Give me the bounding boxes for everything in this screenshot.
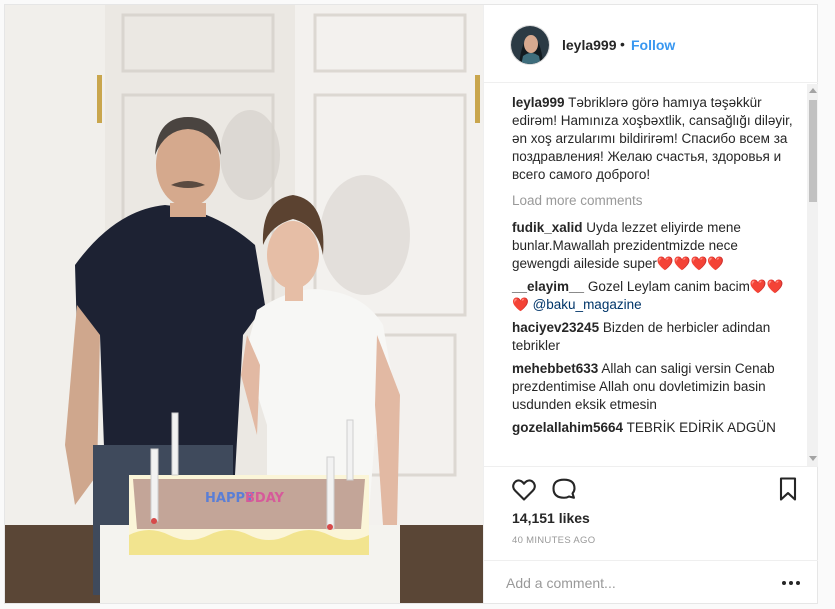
header-username[interactable]: leyla999 [562, 37, 617, 53]
post-timestamp[interactable]: 40 MINUTES AGO [512, 535, 595, 546]
comments-content: leyla999 Təbriklərə görə hamıya təşəkkür… [512, 94, 796, 442]
more-options-icon[interactable] [782, 574, 802, 590]
post-actions: 14,151 likes 40 MINUTES AGO [484, 466, 818, 560]
caption-username[interactable]: leyla999 [512, 95, 565, 110]
comments-scrollbar[interactable] [807, 84, 818, 466]
scroll-down-arrow-icon[interactable] [809, 456, 817, 461]
comment-item: gozelallahim5664 TEBRİK EDİRİK ADGÜN [512, 419, 796, 437]
avatar[interactable] [510, 25, 550, 65]
comment-item: __elayim__ Gozel Leylam canim bacim❤️❤️❤… [512, 278, 796, 314]
comment-item: mehebbet633 Allah can saligi versin Cena… [512, 360, 796, 414]
post-modal: HAPPY BDAY leyla999 • Follow leyla999 Tə… [4, 4, 818, 604]
post-photo[interactable]: HAPPY BDAY [5, 5, 483, 603]
follow-button[interactable]: Follow [631, 37, 675, 53]
photo-illustration: HAPPY BDAY [5, 5, 483, 603]
comment-username[interactable]: __elayim__ [512, 279, 584, 294]
comment-text: TEBRİK EDİRİK ADGÜN [626, 420, 776, 435]
scrollbar-thumb[interactable] [809, 100, 817, 202]
load-more-comments-button[interactable]: Load more comments [512, 192, 796, 210]
add-comment-bar [484, 560, 818, 603]
post-side-panel: leyla999 • Follow leyla999 Təbriklərə gö… [483, 5, 818, 603]
add-comment-input[interactable] [506, 571, 766, 595]
comment-mention-link[interactable]: @baku_magazine [533, 297, 642, 312]
comment-username[interactable]: mehebbet633 [512, 361, 598, 376]
comment-username[interactable]: haciyev23245 [512, 320, 599, 335]
post-caption: leyla999 Təbriklərə görə hamıya təşəkkür… [512, 94, 796, 184]
avatar-image-icon [511, 26, 549, 64]
bookmark-icon[interactable] [774, 475, 802, 503]
heart-icon[interactable] [510, 475, 538, 503]
likes-count[interactable]: 14,151 likes [512, 510, 590, 526]
header-separator: • [620, 36, 625, 52]
comment-bubble-icon[interactable] [550, 475, 578, 503]
comment-username[interactable]: fudik_xalid [512, 220, 583, 235]
svg-text:BDAY: BDAY [245, 491, 285, 506]
scroll-up-arrow-icon[interactable] [809, 88, 817, 93]
post-header: leyla999 • Follow [484, 5, 818, 83]
comment-item: fudik_xalid Uyda lezzet eliyirde mene bu… [512, 219, 796, 273]
comment-username[interactable]: gozelallahim5664 [512, 420, 623, 435]
comments-list[interactable]: leyla999 Təbriklərə görə hamıya təşəkkür… [484, 84, 818, 466]
comment-item: haciyev23245 Bizden de herbicler adindan… [512, 319, 796, 355]
